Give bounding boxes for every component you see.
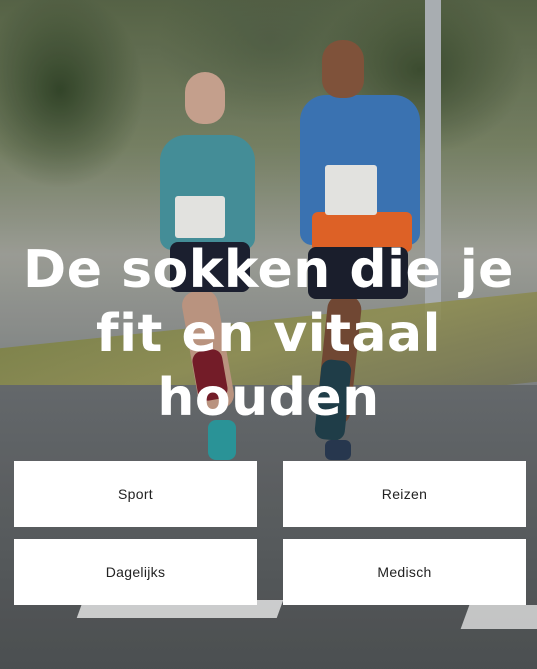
category-button-sport[interactable]: Sport (14, 461, 257, 527)
category-button-medisch[interactable]: Medisch (283, 539, 526, 605)
category-button-reizen[interactable]: Reizen (283, 461, 526, 527)
category-grid: Sport Reizen Dagelijks Medisch (14, 461, 526, 605)
category-button-dagelijks[interactable]: Dagelijks (14, 539, 257, 605)
hero-banner: De sokken die je fit en vitaal houden Sp… (0, 0, 537, 669)
headline-line: De sokken die je (23, 240, 514, 300)
headline-line: fit en vitaal (96, 304, 441, 364)
headline-line: houden (157, 368, 380, 428)
hero-headline: De sokken die je fit en vitaal houden (0, 238, 537, 430)
